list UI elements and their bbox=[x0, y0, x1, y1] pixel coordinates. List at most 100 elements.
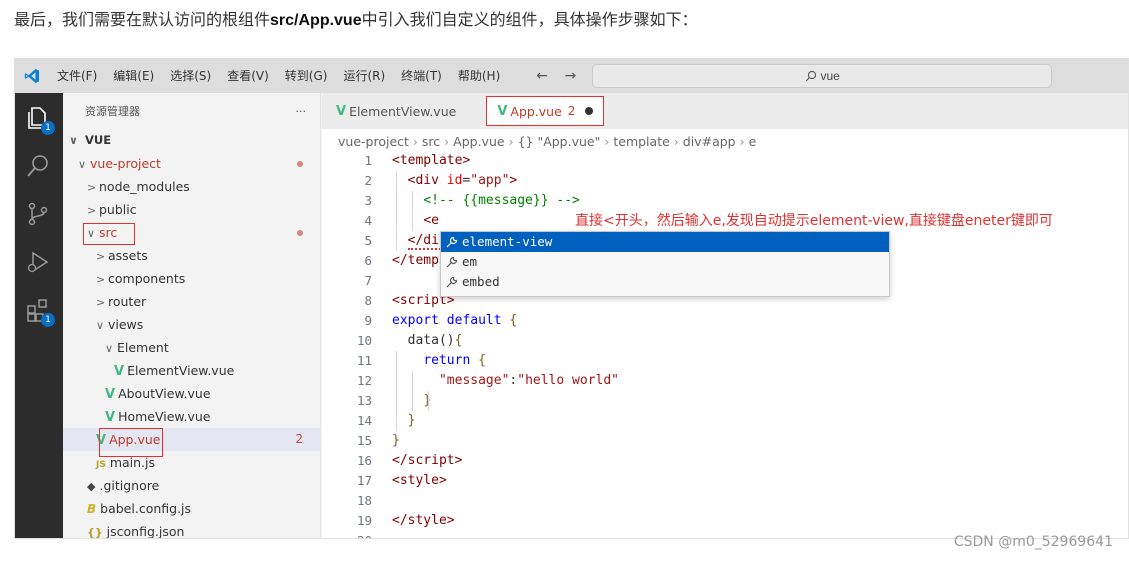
code-text: export default { bbox=[392, 313, 518, 328]
line-number: 16 bbox=[356, 453, 372, 468]
tree-item[interactable]: {} jsconfig.json bbox=[63, 520, 321, 538]
code-text: return { bbox=[423, 353, 486, 368]
workspace-root[interactable]: ∨ VUE bbox=[63, 129, 321, 152]
code-line: 9 export default { bbox=[322, 311, 1128, 331]
explorer-title: 资源管理器 bbox=[85, 105, 140, 118]
unsaved-dot-icon[interactable] bbox=[585, 107, 594, 115]
breadcrumb-item[interactable]: {} "App.vue" bbox=[518, 134, 601, 149]
babel-file-icon: B bbox=[87, 502, 97, 516]
line-number: 4 bbox=[364, 213, 372, 228]
tree-item[interactable]: ∨ views bbox=[63, 313, 321, 336]
command-center-search[interactable]: vue bbox=[592, 64, 1053, 88]
tab-elementview[interactable]: V ElementView.vue bbox=[322, 93, 470, 129]
more-actions-button[interactable]: ··· bbox=[296, 105, 307, 118]
tree-item-label: vue-project bbox=[90, 156, 161, 171]
snippet-wrench-icon bbox=[446, 236, 458, 247]
tree-item-label: ElementView.vue bbox=[127, 363, 235, 378]
tab-app-vue[interactable]: V App.vue 2 bbox=[486, 96, 605, 126]
tree-item[interactable]: V HomeView.vue bbox=[63, 405, 321, 428]
tree-item[interactable]: V AboutView.vue bbox=[63, 382, 321, 405]
code-editor[interactable]: vue-project › src › App.vue ›{} "App.vue" › tem… bbox=[322, 129, 1128, 538]
code-line: 19 </style> bbox=[322, 511, 1128, 531]
menu-item[interactable]: 选择(S) bbox=[162, 59, 219, 93]
snippet-wrench-icon bbox=[446, 276, 458, 287]
problem-count: 2 bbox=[295, 432, 303, 446]
vue-file-icon: V bbox=[105, 387, 116, 402]
tree-item-label: assets bbox=[108, 248, 148, 263]
vscode-logo-icon bbox=[15, 59, 49, 93]
search-icon bbox=[805, 70, 816, 82]
menu-bar: 文件(F) 编辑(E) 选择(S) 查看(V) 转到(G) 运行(R) 终端(T) 帮助(H) bbox=[49, 59, 508, 93]
code-line: 1 <template> bbox=[322, 151, 1128, 171]
line-number: 11 bbox=[356, 353, 372, 368]
code-text: </temp bbox=[392, 253, 439, 268]
indent-guide bbox=[412, 191, 413, 231]
tree-item[interactable]: ∨ Element bbox=[63, 336, 321, 359]
breadcrumb-item[interactable]: vue-project bbox=[338, 134, 409, 149]
code-text: "message":"hello world" bbox=[438, 373, 619, 388]
chevron-right-icon: > bbox=[87, 181, 97, 194]
menu-item[interactable]: 帮助(H) bbox=[450, 59, 508, 93]
chevron-right-icon: › bbox=[604, 134, 610, 149]
caption-prefix: 最后，我们需要在默认访问的根组件 bbox=[14, 12, 271, 29]
explorer-badge: 1 bbox=[41, 121, 55, 135]
code-line: 17 <style> bbox=[322, 471, 1128, 491]
tree-item-label: components bbox=[108, 271, 186, 286]
explorer-icon[interactable]: 1 bbox=[25, 105, 55, 135]
tree-item[interactable]: > node_modules bbox=[63, 175, 321, 198]
menu-item[interactable]: 编辑(E) bbox=[105, 59, 162, 93]
chevron-right-icon: › bbox=[739, 134, 745, 149]
source-control-icon[interactable] bbox=[25, 201, 53, 229]
chevron-down-icon: ∨ bbox=[105, 342, 114, 355]
tree-item[interactable]: Bbabel.config.js bbox=[63, 497, 321, 520]
tree-item[interactable]: > components bbox=[63, 267, 321, 290]
breadcrumb-item[interactable]: div#app bbox=[683, 134, 736, 149]
workspace-root-label: VUE bbox=[85, 133, 112, 147]
vue-file-icon: V bbox=[114, 364, 125, 379]
breadcrumb-item[interactable]: App.vue bbox=[453, 134, 504, 149]
code-line: 3 <!-- {{message}} --> bbox=[322, 191, 1128, 211]
tree-item-label: router bbox=[108, 294, 147, 309]
code-text: data(){ bbox=[392, 333, 463, 348]
menu-item[interactable]: 运行(R) bbox=[335, 59, 393, 93]
menu-item[interactable]: 文件(F) bbox=[49, 59, 105, 93]
tree-item-label: babel.config.js bbox=[100, 501, 192, 516]
code-text: <!-- {{message}} --> bbox=[423, 193, 580, 208]
tree-item[interactable]: > assets bbox=[63, 244, 321, 267]
breadcrumb-item[interactable]: src bbox=[422, 134, 440, 149]
chevron-down-icon: ∨ bbox=[96, 319, 105, 332]
tree-item[interactable]: > router bbox=[63, 290, 321, 313]
tree-item[interactable]: ◆ .gitignore bbox=[63, 474, 321, 497]
explorer-sidebar: 资源管理器 ··· ∨ VUE ∨ vue-project > node_module… bbox=[63, 93, 321, 538]
tree-item[interactable]: V ElementView.vue bbox=[63, 359, 321, 382]
menu-item[interactable]: 转到(G) bbox=[277, 59, 336, 93]
annotation-note: 直接<开头，然后输入e,发现自动提示element-view,直接键盘enete… bbox=[575, 213, 1053, 229]
suggestion-item[interactable]: embed bbox=[441, 272, 889, 292]
suggestion-item[interactable]: em bbox=[441, 252, 889, 272]
line-number: 10 bbox=[356, 333, 372, 348]
tree-item-label: views bbox=[108, 317, 144, 332]
nav-arrows[interactable]: ← → bbox=[536, 68, 582, 84]
breadcrumb-item[interactable]: template bbox=[613, 134, 669, 149]
chevron-right-icon: > bbox=[96, 273, 106, 286]
search-activity-icon[interactable] bbox=[25, 153, 53, 181]
indent-guide bbox=[412, 371, 413, 411]
activity-bar: 1 1 bbox=[15, 93, 63, 538]
extensions-icon[interactable]: 1 bbox=[25, 297, 55, 327]
vscode-window: 文件(F) 编辑(E) 选择(S) 查看(V) 转到(G) 运行(R) 终端(T) 帮助(H)… bbox=[14, 58, 1129, 539]
chevron-right-icon: › bbox=[673, 134, 679, 149]
tree-item[interactable]: ∨ vue-project bbox=[63, 152, 321, 175]
breadcrumb: vue-project › src › App.vue ›{} "App.vue" › tem… bbox=[338, 131, 756, 153]
line-number: 15 bbox=[356, 433, 372, 448]
menu-item[interactable]: 查看(V) bbox=[219, 59, 277, 93]
tree-item[interactable]: > public bbox=[63, 198, 321, 221]
src-highlight-box bbox=[83, 223, 135, 245]
breadcrumb-item[interactable]: e bbox=[749, 134, 757, 149]
suggestion-item[interactable]: element-view bbox=[441, 232, 889, 252]
indent-guide bbox=[428, 391, 429, 411]
run-debug-icon[interactable] bbox=[25, 249, 53, 277]
menu-item[interactable]: 终端(T) bbox=[393, 59, 450, 93]
line-number: 17 bbox=[356, 473, 372, 488]
caption-path: src/App.vue bbox=[270, 12, 362, 29]
chevron-right-icon: › bbox=[444, 134, 450, 149]
